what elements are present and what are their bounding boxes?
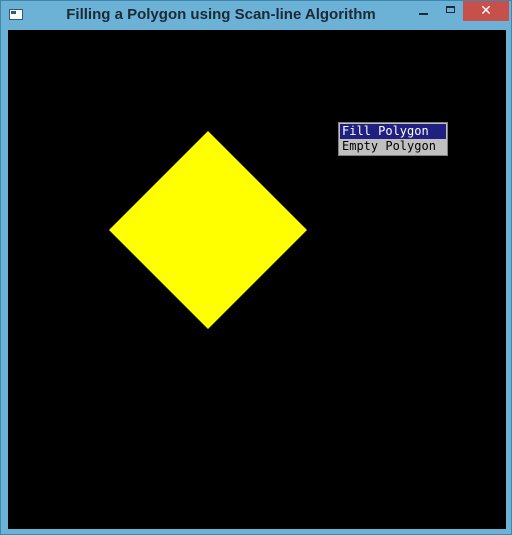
filled-polygon [109, 131, 307, 329]
close-button[interactable]: ✕ [463, 1, 509, 21]
polygon-canvas-svg [109, 131, 307, 329]
close-icon: ✕ [480, 3, 492, 19]
maximize-button[interactable] [437, 1, 464, 21]
context-menu: Fill Polygon Empty Polygon [338, 122, 448, 156]
minimize-button[interactable] [410, 1, 437, 21]
drawing-canvas[interactable]: Fill Polygon Empty Polygon [8, 30, 506, 529]
title-bar[interactable]: Filling a Polygon using Scan-line Algori… [1, 1, 511, 30]
app-window: Filling a Polygon using Scan-line Algori… [0, 0, 512, 535]
menu-item-fill-polygon[interactable]: Fill Polygon [340, 124, 446, 139]
window-title: Filling a Polygon using Scan-line Algori… [66, 6, 376, 23]
menu-item-empty-polygon[interactable]: Empty Polygon [340, 139, 446, 154]
